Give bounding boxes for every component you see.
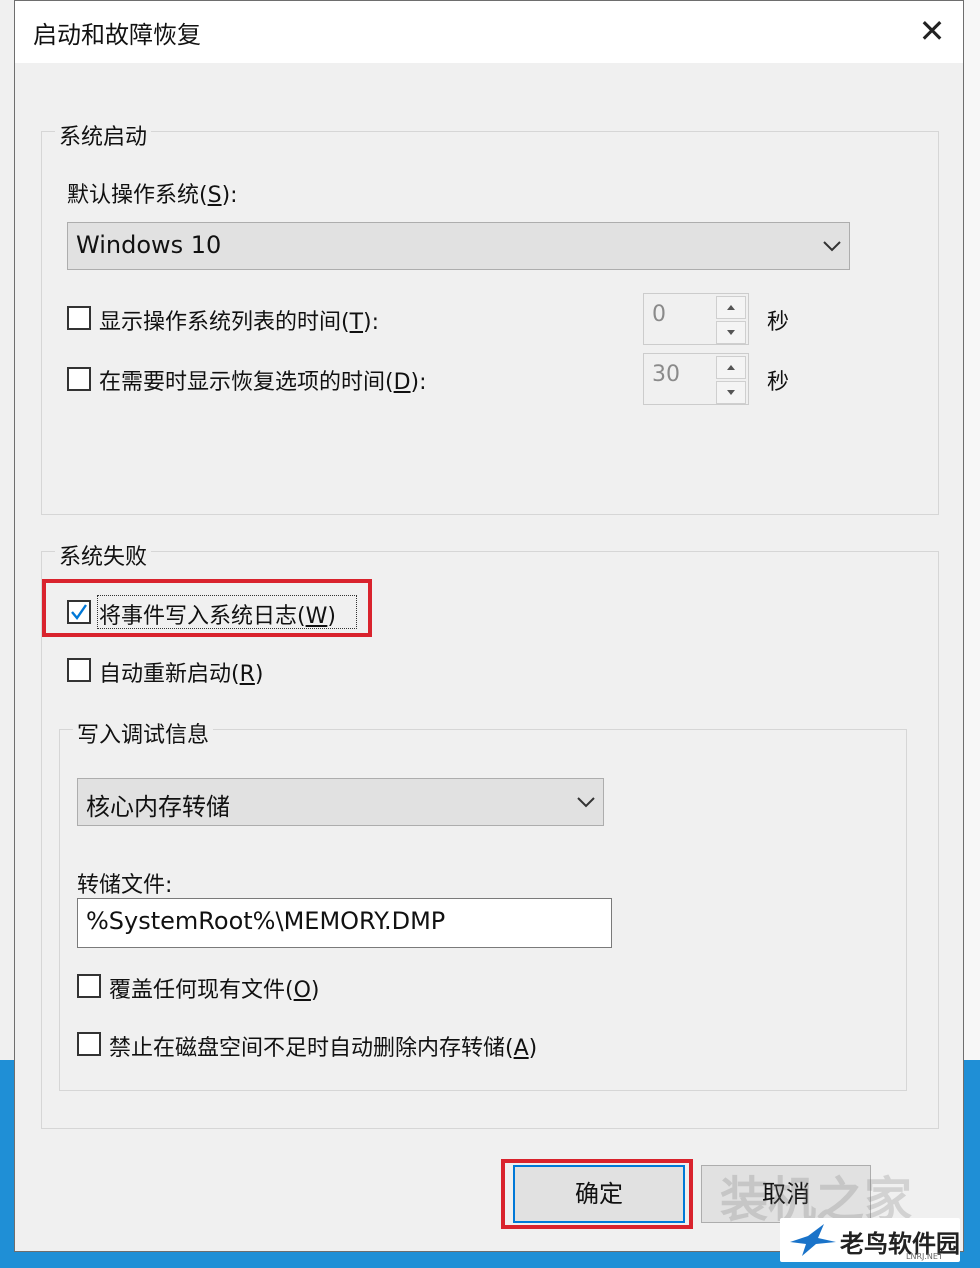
show-recovery-label: 在需要时显示恢复选项的时间(D):: [99, 370, 427, 395]
dump-type-dropdown[interactable]: 核心内存转储: [77, 778, 604, 826]
overwrite-checkbox[interactable]: [77, 974, 101, 998]
system-failure-legend: 系统失败: [55, 539, 152, 571]
caret-down-icon: [727, 390, 735, 395]
os-list-time-value: 0: [652, 302, 666, 327]
recovery-time-value: 30: [652, 362, 680, 387]
show-os-list-label: 显示操作系统列表的时间(T):: [99, 310, 380, 335]
default-os-value: Windows 10: [76, 231, 222, 259]
dump-type-value: 核心内存转储: [86, 793, 230, 821]
disable-auto-delete-checkbox[interactable]: [77, 1032, 101, 1056]
auto-restart-label: 自动重新启动(R): [99, 662, 264, 687]
spin-down-button[interactable]: [716, 381, 746, 404]
recovery-time-spinner[interactable]: 30: [643, 353, 749, 405]
show-recovery-checkbox[interactable]: [67, 367, 91, 391]
caret-up-icon: [727, 365, 735, 370]
caret-up-icon: [727, 305, 735, 310]
bird-logo-icon: [790, 1224, 836, 1256]
highlight-box-ok: [501, 1159, 693, 1229]
dump-file-input[interactable]: %SystemRoot%\MEMORY.DMP: [77, 898, 612, 948]
close-icon: ✕: [918, 12, 946, 50]
spinner-buttons: [716, 294, 748, 344]
debug-info-legend: 写入调试信息: [73, 717, 214, 749]
os-list-time-unit: 秒: [767, 310, 790, 335]
watermark-logo: 老鸟软件园 LNRJ.NET: [780, 1218, 960, 1262]
window-title: 启动和故障恢复: [33, 21, 201, 49]
chevron-down-icon: [577, 797, 595, 808]
spin-up-button[interactable]: [716, 356, 746, 379]
overwrite-label: 覆盖任何现有文件(O): [109, 978, 320, 1003]
recovery-time-unit: 秒: [767, 370, 790, 395]
startup-recovery-dialog: 启动和故障恢复 ✕ 系统启动 默认操作系统(S): Windows 10 显示操…: [14, 0, 964, 1252]
chevron-down-icon: [823, 241, 841, 252]
default-os-label: 默认操作系统(S):: [67, 183, 238, 208]
disable-auto-delete-label: 禁止在磁盘空间不足时自动删除内存转储(A): [109, 1036, 538, 1061]
close-button[interactable]: ✕: [901, 1, 963, 63]
spinner-buttons: [716, 354, 748, 404]
auto-restart-checkbox[interactable]: [67, 658, 91, 682]
spin-up-button[interactable]: [716, 296, 746, 319]
default-os-dropdown[interactable]: Windows 10: [67, 222, 850, 270]
dump-file-value: %SystemRoot%\MEMORY.DMP: [86, 907, 446, 935]
highlight-box-write-event: [42, 579, 372, 637]
watermark-sub: LNRJ.NET: [906, 1252, 943, 1261]
show-os-list-checkbox[interactable]: [67, 306, 91, 330]
system-startup-legend: 系统启动: [55, 119, 152, 151]
spin-down-button[interactable]: [716, 321, 746, 344]
title-bar: 启动和故障恢复 ✕: [15, 1, 963, 63]
caret-down-icon: [727, 330, 735, 335]
dump-file-label: 转储文件:: [77, 873, 173, 898]
os-list-time-spinner[interactable]: 0: [643, 293, 749, 345]
